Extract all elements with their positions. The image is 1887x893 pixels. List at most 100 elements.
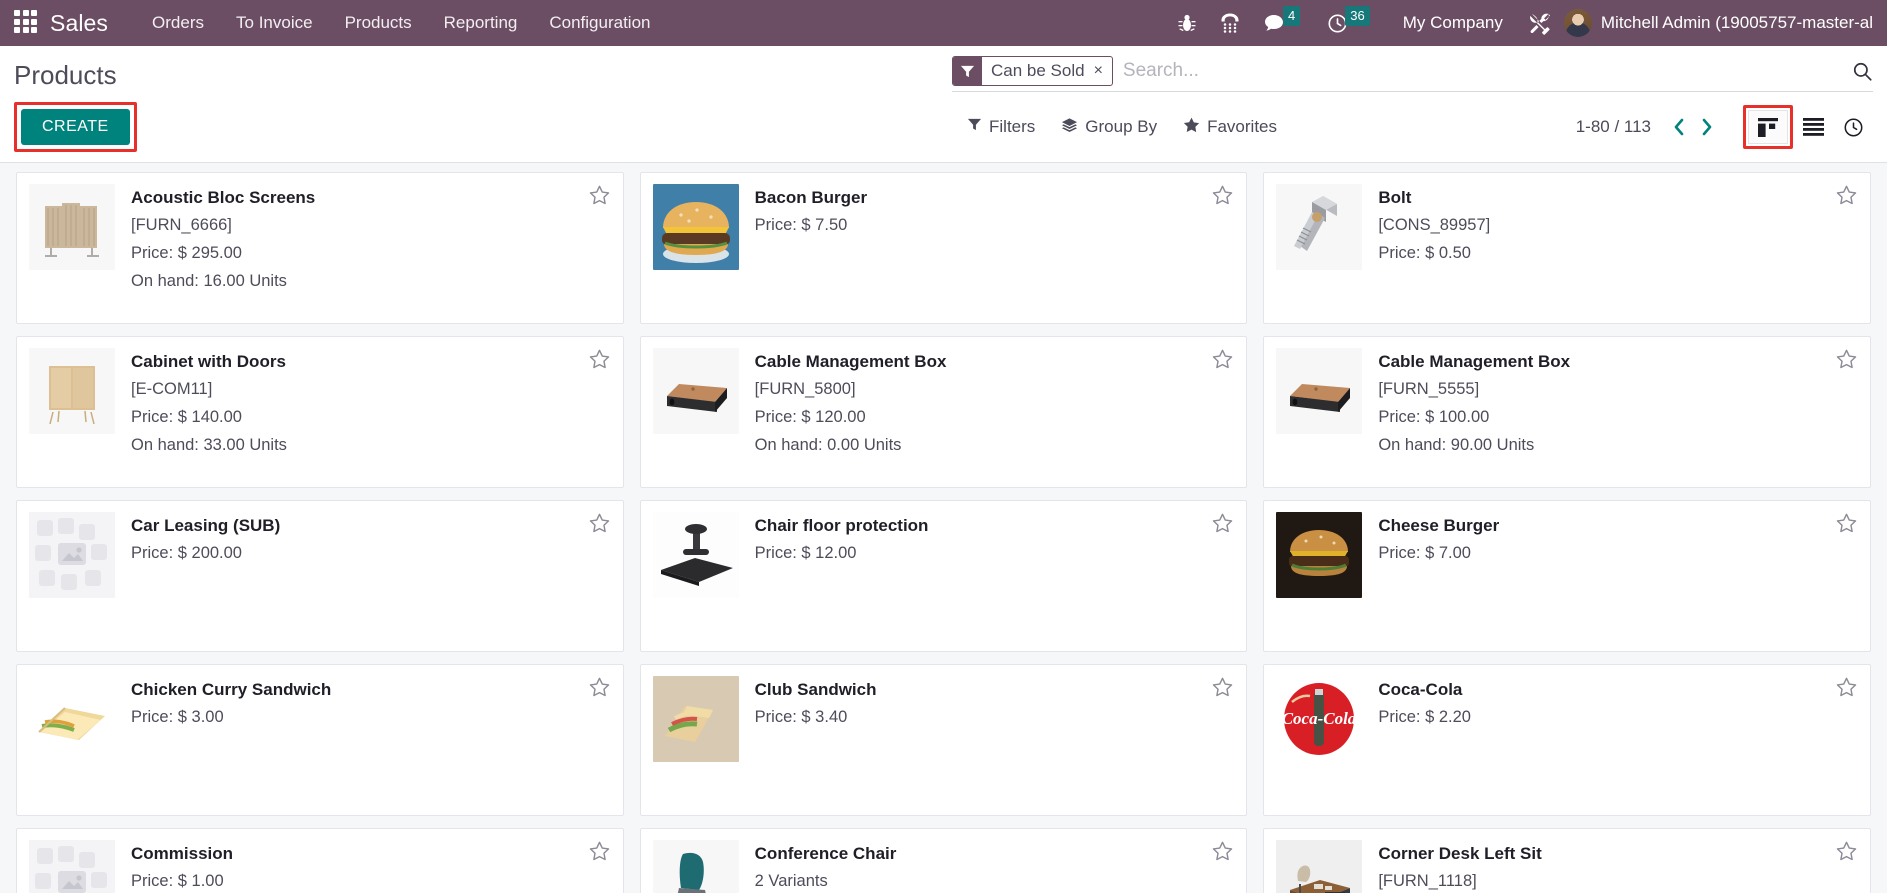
control-panel-bottom-row: CREATE Filters Group By Favorites 1-80 /… (0, 96, 1887, 162)
user-avatar[interactable] (1563, 9, 1592, 37)
kanban-card[interactable]: Cable Management Box [FURN_5800] Price: … (639, 336, 1248, 488)
product-details: Bacon Burger Price: $ 7.50 (755, 184, 1235, 312)
menu-configuration[interactable]: Configuration (533, 7, 666, 39)
product-name: Car Leasing (SUB) (131, 516, 281, 535)
product-reference: [FURN_5555] (1378, 379, 1480, 398)
product-reference: [FURN_1118] (1378, 871, 1477, 890)
company-switcher[interactable]: My Company (1403, 13, 1503, 33)
kanban-view-icon[interactable] (1748, 110, 1788, 144)
activity-view-icon[interactable] (1833, 110, 1873, 144)
star-outline-icon[interactable] (589, 841, 610, 865)
star-outline-icon[interactable] (1212, 513, 1233, 537)
kanban-card[interactable]: Car Leasing (SUB) Price: $ 200.00 (16, 500, 624, 652)
product-price: Price: $ 100.00 (1378, 407, 1490, 426)
search-dropdowns: Filters Group By Favorites (967, 117, 1277, 138)
kanban-column-3: Bolt [CONS_89957] Price: $ 0.50 Cable Ma… (1255, 172, 1879, 893)
star-icon (1183, 117, 1200, 138)
control-panel-top-row: Products Can be Sold × (0, 46, 1887, 96)
star-outline-icon[interactable] (589, 513, 610, 537)
product-name: Corner Desk Left Sit (1378, 844, 1542, 863)
filters-label: Filters (989, 117, 1036, 136)
kanban-card[interactable]: Coca-Cola Coca-Cola Price: $ 2.20 (1263, 664, 1871, 816)
product-image (1276, 840, 1363, 893)
product-stock: On hand: 33.00 Units (131, 435, 287, 454)
apps-grid-icon[interactable] (14, 10, 40, 36)
filters-dropdown[interactable]: Filters (967, 117, 1035, 137)
product-image (29, 840, 115, 893)
kanban-card[interactable]: Bacon Burger Price: $ 7.50 (639, 172, 1248, 324)
product-image (1276, 348, 1363, 434)
product-image (652, 184, 739, 270)
star-outline-icon[interactable] (1836, 349, 1857, 373)
product-reference: [E-COM11] (131, 379, 213, 398)
messages-badge: 4 (1283, 6, 1301, 26)
star-outline-icon[interactable] (1212, 185, 1233, 209)
star-outline-icon[interactable] (1212, 841, 1233, 865)
layers-icon (1061, 117, 1078, 138)
star-outline-icon[interactable] (1836, 841, 1857, 865)
star-outline-icon[interactable] (1836, 513, 1857, 537)
chevron-left-icon[interactable] (1665, 117, 1693, 137)
search-facet-can-be-sold[interactable]: Can be Sold × (952, 56, 1113, 86)
menu-products[interactable]: Products (329, 7, 428, 39)
view-switcher (1743, 105, 1873, 149)
kanban-view-highlight (1743, 105, 1793, 149)
star-outline-icon[interactable] (1836, 677, 1857, 701)
user-menu-label[interactable]: Mitchell Admin (19005757-master-al (1601, 13, 1873, 33)
search-icon[interactable] (1844, 61, 1873, 82)
list-view-icon[interactable] (1793, 110, 1833, 144)
product-details: Acoustic Bloc Screens [FURN_6666] Price:… (131, 184, 611, 312)
star-outline-icon[interactable] (589, 185, 610, 209)
product-details: Cabinet with Doors [E-COM11] Price: $ 14… (131, 348, 611, 476)
messages-icon[interactable]: 4 (1264, 6, 1303, 33)
bug-icon[interactable] (1178, 13, 1196, 33)
product-details: Cheese Burger Price: $ 7.00 (1378, 512, 1858, 640)
kanban-card[interactable]: Cheese Burger Price: $ 7.00 (1263, 500, 1871, 652)
kanban-card[interactable]: Cable Management Box [FURN_5555] Price: … (1263, 336, 1871, 488)
search-input[interactable] (1112, 56, 1844, 86)
app-brand-sales[interactable]: Sales (50, 10, 108, 37)
star-outline-icon[interactable] (589, 349, 610, 373)
kanban-card[interactable]: Club Sandwich Price: $ 3.40 (639, 664, 1248, 816)
tools-icon[interactable] (1529, 12, 1552, 35)
menu-orders[interactable]: Orders (136, 7, 220, 39)
kanban-card[interactable]: Bolt [CONS_89957] Price: $ 0.50 (1263, 172, 1871, 324)
dialpad-icon[interactable] (1220, 12, 1240, 34)
kanban-card[interactable]: Chicken Curry Sandwich Price: $ 3.00 (16, 664, 624, 816)
page-title: Products (14, 60, 117, 90)
product-name: Acoustic Bloc Screens (131, 188, 316, 207)
product-name: Club Sandwich (754, 680, 877, 699)
activities-clock-icon[interactable]: 36 (1327, 6, 1372, 34)
product-image (29, 512, 115, 598)
groupby-dropdown[interactable]: Group By (1061, 117, 1157, 138)
product-reference: 2 Variants (754, 871, 828, 890)
search-view: Can be Sold × (952, 56, 1873, 92)
groupby-label: Group By (1085, 117, 1158, 136)
product-price: Price: $ 2.20 (1378, 707, 1471, 726)
star-outline-icon[interactable] (1836, 185, 1857, 209)
kanban-card[interactable]: Commission Price: $ 1.00 (16, 828, 624, 893)
product-image (652, 840, 739, 893)
product-details: Cable Management Box [FURN_5555] Price: … (1378, 348, 1858, 476)
product-stock: On hand: 0.00 Units (754, 435, 902, 454)
star-outline-icon[interactable] (1212, 349, 1233, 373)
product-price: Price: $ 120.00 (754, 407, 866, 426)
star-outline-icon[interactable] (589, 677, 610, 701)
kanban-card[interactable]: Chair floor protection Price: $ 12.00 (639, 500, 1248, 652)
menu-reporting[interactable]: Reporting (428, 7, 534, 39)
product-name: Cable Management Box (754, 352, 947, 371)
chevron-right-icon[interactable] (1693, 117, 1721, 137)
product-image (1276, 512, 1363, 598)
product-details: Club Sandwich Price: $ 3.40 (755, 676, 1235, 804)
kanban-card[interactable]: Cabinet with Doors [E-COM11] Price: $ 14… (16, 336, 624, 488)
kanban-card[interactable]: Acoustic Bloc Screens [FURN_6666] Price:… (16, 172, 624, 324)
product-price: Price: $ 1.00 (131, 871, 224, 890)
close-icon[interactable]: × (1091, 57, 1112, 85)
kanban-card[interactable]: Corner Desk Left Sit [FURN_1118] Price: … (1263, 828, 1871, 893)
product-price: Price: $ 0.50 (1378, 243, 1471, 262)
favorites-dropdown[interactable]: Favorites (1183, 117, 1277, 138)
create-button[interactable]: CREATE (21, 109, 130, 145)
star-outline-icon[interactable] (1212, 677, 1233, 701)
kanban-card[interactable]: Conference Chair 2 Variants Price: $ 33.… (639, 828, 1248, 893)
menu-to-invoice[interactable]: To Invoice (220, 7, 329, 39)
